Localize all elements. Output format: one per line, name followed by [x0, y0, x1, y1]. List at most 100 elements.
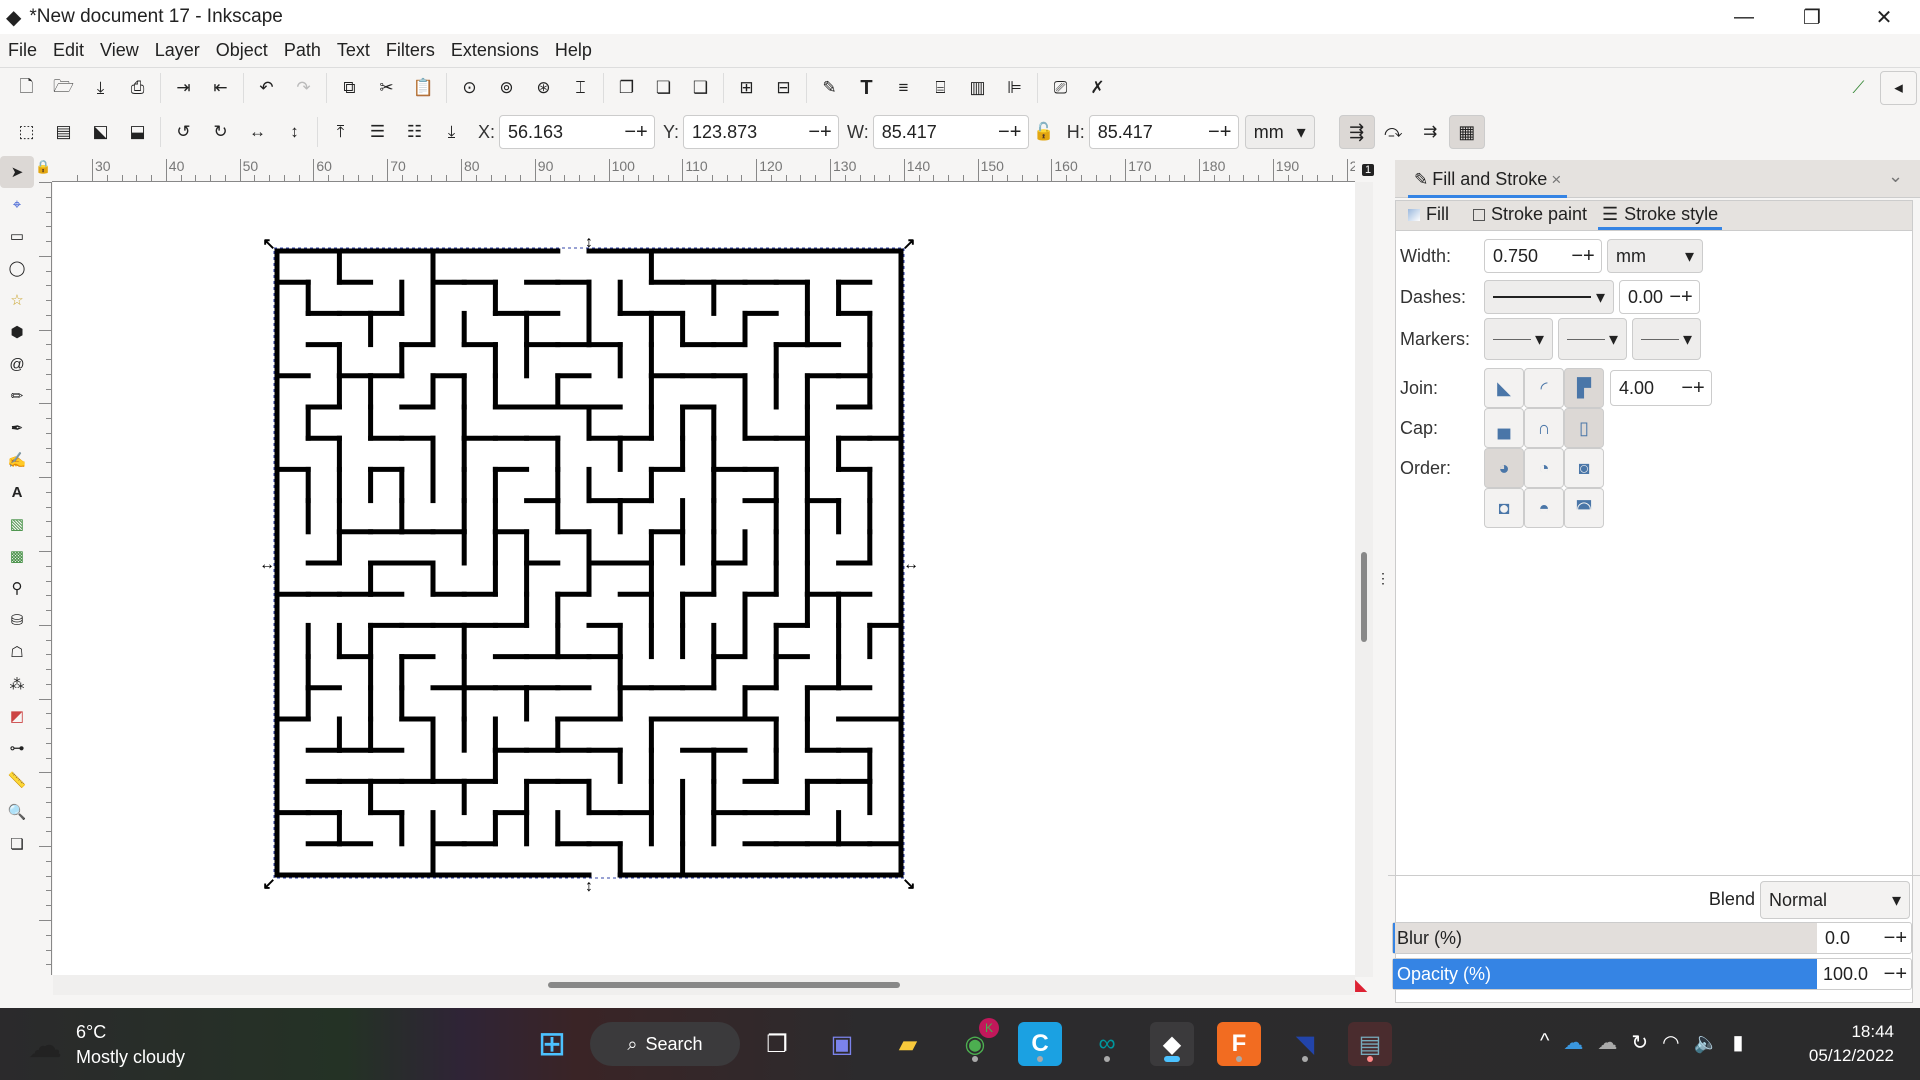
- maze-drawing[interactable]: ↖ ↗ ↙ ↘ ↕ ↕ ↔ ↔: [53, 182, 1355, 975]
- lower-icon[interactable]: ☷: [396, 115, 433, 149]
- file-explorer-icon[interactable]: ▰: [886, 1022, 930, 1066]
- task-view-icon[interactable]: ❐: [755, 1022, 799, 1066]
- subtab-fill[interactable]: Fill: [1408, 204, 1449, 225]
- raise-to-top-icon[interactable]: ⤒: [322, 115, 359, 149]
- ungroup-icon[interactable]: ⊟: [765, 71, 802, 105]
- collapse-toolbar-icon[interactable]: ◂: [1880, 71, 1917, 105]
- dropper-tool-icon[interactable]: ⚲: [0, 572, 34, 604]
- horizontal-ruler[interactable]: 30 40 50 60 70 80 90 100 110 120 130 140 150 160 170 18…: [52, 158, 1355, 182]
- round-join-icon[interactable]: ◜: [1524, 368, 1564, 408]
- close-button[interactable]: ✕: [1850, 0, 1918, 34]
- wifi-icon[interactable]: ◠: [1662, 1030, 1679, 1055]
- menu-help[interactable]: Help: [555, 40, 592, 61]
- eraser-tool-icon[interactable]: ◩: [0, 700, 34, 732]
- color-manage-icon[interactable]: ◣: [1355, 975, 1367, 995]
- miter-join-icon[interactable]: ▛: [1564, 368, 1604, 408]
- select-all-icon[interactable]: ⬚: [8, 115, 45, 149]
- subtab-stroke-paint[interactable]: Stroke paint: [1473, 204, 1587, 225]
- save-icon[interactable]: ⤓: [82, 71, 119, 105]
- duplicate-icon[interactable]: ❐: [608, 71, 645, 105]
- c-app-icon[interactable]: C: [1018, 1022, 1062, 1066]
- snap-icon[interactable]: ⟋: [1840, 71, 1877, 105]
- canvas[interactable]: ↖ ↗ ↙ ↘ ↕ ↕ ↔ ↔: [53, 182, 1355, 975]
- mesh-tool-icon[interactable]: ▩: [0, 540, 34, 572]
- menu-extensions[interactable]: Extensions: [451, 40, 539, 61]
- zoom-selection-icon[interactable]: ⊙: [451, 71, 488, 105]
- weather-cloud-icon[interactable]: ☁: [28, 1026, 62, 1066]
- horizontal-scroll-thumb[interactable]: [548, 982, 900, 988]
- zoom-page-icon[interactable]: ⊛: [525, 71, 562, 105]
- h-input[interactable]: 85.417 −+: [1088, 115, 1239, 149]
- zoom-page-width-icon[interactable]: ⌶: [562, 71, 599, 105]
- battery-icon[interactable]: ▮: [1733, 1030, 1744, 1055]
- paste-icon[interactable]: 📋: [405, 71, 442, 105]
- round-cap-icon[interactable]: ∩: [1524, 408, 1564, 448]
- pen-tool-icon[interactable]: ✒: [0, 412, 34, 444]
- scale-stroke-icon[interactable]: ⇶: [1338, 115, 1375, 149]
- group-icon[interactable]: ⊞: [728, 71, 765, 105]
- print-icon[interactable]: ⎙: [119, 71, 156, 105]
- menu-filters[interactable]: Filters: [386, 40, 435, 61]
- flip-vertical-icon[interactable]: ↕: [276, 115, 313, 149]
- pages-tool-icon[interactable]: ❏: [0, 828, 34, 860]
- tweak-tool-icon[interactable]: ☖: [0, 636, 34, 668]
- subtab-stroke-style[interactable]: ☰ Stroke style: [1598, 204, 1723, 230]
- menu-object[interactable]: Object: [216, 40, 268, 61]
- lock-ratio-icon[interactable]: 🔓: [1029, 115, 1059, 149]
- fusion-360-icon[interactable]: F: [1217, 1022, 1261, 1066]
- paint-bucket-tool-icon[interactable]: ⛁: [0, 604, 34, 636]
- align-icon[interactable]: ⊫: [996, 71, 1033, 105]
- arduino-icon[interactable]: ∞: [1085, 1022, 1129, 1066]
- minimize-button[interactable]: —: [1710, 0, 1778, 34]
- close-tab-icon[interactable]: ×: [1551, 170, 1561, 190]
- rectangle-tool-icon[interactable]: ▭: [0, 220, 34, 252]
- move-patterns-icon[interactable]: ▦: [1448, 115, 1485, 149]
- xml-editor-icon[interactable]: ⌸: [922, 71, 959, 105]
- blur-slider[interactable]: Blur (%) 0.0 −+: [1392, 922, 1912, 954]
- teams-chat-icon[interactable]: ▣: [820, 1022, 864, 1066]
- order-markers-fill-stroke-icon[interactable]: ◘: [1484, 488, 1524, 528]
- scale-handle[interactable]: ↙: [262, 876, 275, 893]
- zoom-tool-icon[interactable]: 🔍: [0, 796, 34, 828]
- document-properties-icon[interactable]: ⎚: [1042, 71, 1079, 105]
- rotate-cw-icon[interactable]: ↻: [202, 115, 239, 149]
- square-cap-icon[interactable]: ▯: [1564, 408, 1604, 448]
- calligraphy-tool-icon[interactable]: ✍: [0, 444, 34, 476]
- order-fill-markers-stroke-icon[interactable]: ◙: [1564, 448, 1604, 488]
- mid-marker-select[interactable]: ▾: [1558, 318, 1627, 360]
- opacity-slider[interactable]: Opacity (%) 100.0 −+: [1392, 958, 1912, 990]
- scale-handle[interactable]: ↔: [903, 556, 919, 573]
- weather-condition[interactable]: Mostly cloudy: [76, 1047, 185, 1068]
- scale-corners-icon[interactable]: ⤼: [1375, 115, 1412, 149]
- fill-stroke-icon[interactable]: ✎: [811, 71, 848, 105]
- unit-select[interactable]: mm ▾: [1244, 115, 1315, 149]
- gradient-tool-icon[interactable]: ▧: [0, 508, 34, 540]
- ellipse-tool-icon[interactable]: ◯: [0, 252, 34, 284]
- flip-horizontal-icon[interactable]: ↔: [239, 115, 276, 149]
- order-fill-stroke-markers-icon[interactable]: ◕: [1484, 448, 1524, 488]
- scale-handle[interactable]: ↘: [902, 876, 915, 893]
- bevel-join-icon[interactable]: ◣: [1484, 368, 1524, 408]
- copy-icon[interactable]: ⧉: [331, 71, 368, 105]
- deselect-icon[interactable]: ⬕: [82, 115, 119, 149]
- scale-handle[interactable]: ↖: [262, 236, 275, 253]
- restore-button[interactable]: ❐: [1778, 0, 1846, 34]
- onedrive-offline-icon[interactable]: ☁: [1597, 1030, 1617, 1055]
- sync-icon[interactable]: ↻: [1631, 1030, 1648, 1055]
- select-all-layers-icon[interactable]: ▤: [45, 115, 82, 149]
- objects-icon[interactable]: ▥: [959, 71, 996, 105]
- redo-icon[interactable]: ↷: [285, 71, 322, 105]
- vertical-scrollbar[interactable]: [1355, 182, 1373, 977]
- vertical-scroll-thumb[interactable]: [1361, 552, 1367, 642]
- scale-handle[interactable]: ↗: [902, 236, 915, 253]
- open-icon[interactable]: 🗁: [45, 71, 82, 105]
- menu-view[interactable]: View: [100, 40, 139, 61]
- guide-lock-icon[interactable]: 🔒: [35, 159, 51, 175]
- panel-menu-chevron-icon[interactable]: ⌄: [1888, 166, 1903, 187]
- y-input[interactable]: 123.873 −+: [683, 115, 840, 149]
- rotate-ccw-icon[interactable]: ↺: [165, 115, 202, 149]
- dash-offset-input[interactable]: 0.00 −+: [1619, 280, 1700, 314]
- vertical-ruler[interactable]: [38, 182, 52, 975]
- tab-fill-and-stroke[interactable]: ✎ Fill and Stroke ×: [1408, 164, 1568, 198]
- order-stroke-markers-fill-icon[interactable]: ◓: [1524, 488, 1564, 528]
